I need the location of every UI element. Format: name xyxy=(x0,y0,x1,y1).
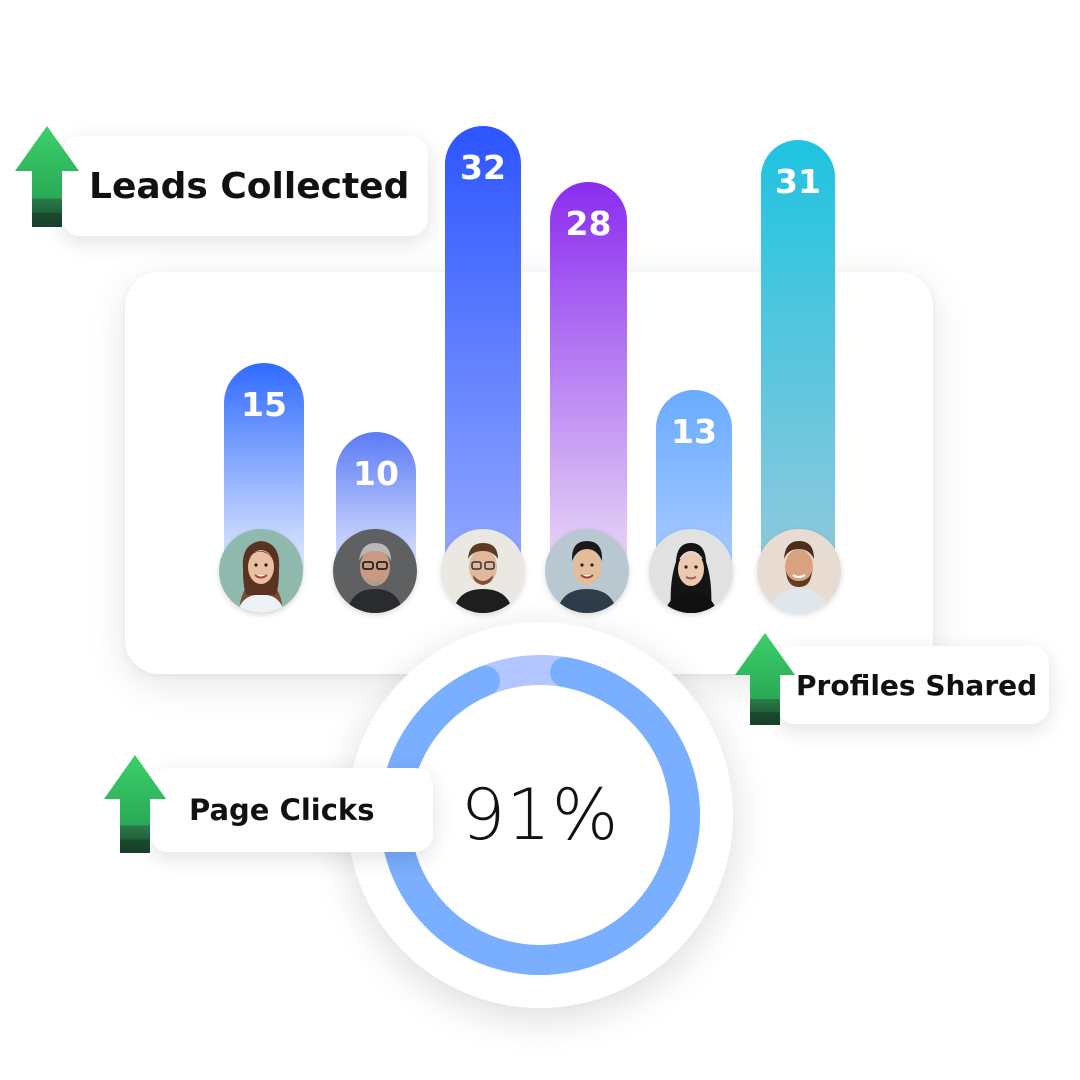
bar-value-label: 13 xyxy=(671,412,717,452)
bar-3: 32 xyxy=(445,126,521,571)
arrow-up-icon xyxy=(104,755,166,853)
bar-value-label: 32 xyxy=(460,148,506,188)
bar-value-label: 28 xyxy=(565,203,612,243)
bar-6: 31 xyxy=(761,140,835,571)
arrow-up-icon xyxy=(735,633,795,725)
bar-value-label: 15 xyxy=(241,384,287,424)
profiles-shared-label: Profiles Shared xyxy=(796,668,1038,702)
man-glasses-avatar-icon xyxy=(441,529,525,613)
bar-value-label: 10 xyxy=(353,454,399,493)
page-clicks-badge: Page Clicks xyxy=(150,768,433,852)
asian-woman-avatar-icon xyxy=(649,529,733,613)
leads-collected-label: Leads Collected xyxy=(89,165,410,207)
leads-collected-badge: Leads Collected xyxy=(62,136,428,236)
page-clicks-label: Page Clicks xyxy=(189,793,375,827)
bearded-man-avatar-icon xyxy=(757,529,841,613)
profiles-shared-badge: Profiles Shared xyxy=(777,646,1049,724)
arrow-up-icon xyxy=(15,126,79,227)
bar-value-label: 31 xyxy=(775,162,821,202)
older-man-avatar-icon xyxy=(333,529,417,613)
man-avatar-icon xyxy=(545,529,629,613)
bar-4: 28 xyxy=(550,181,627,571)
woman-avatar-icon xyxy=(219,529,303,613)
